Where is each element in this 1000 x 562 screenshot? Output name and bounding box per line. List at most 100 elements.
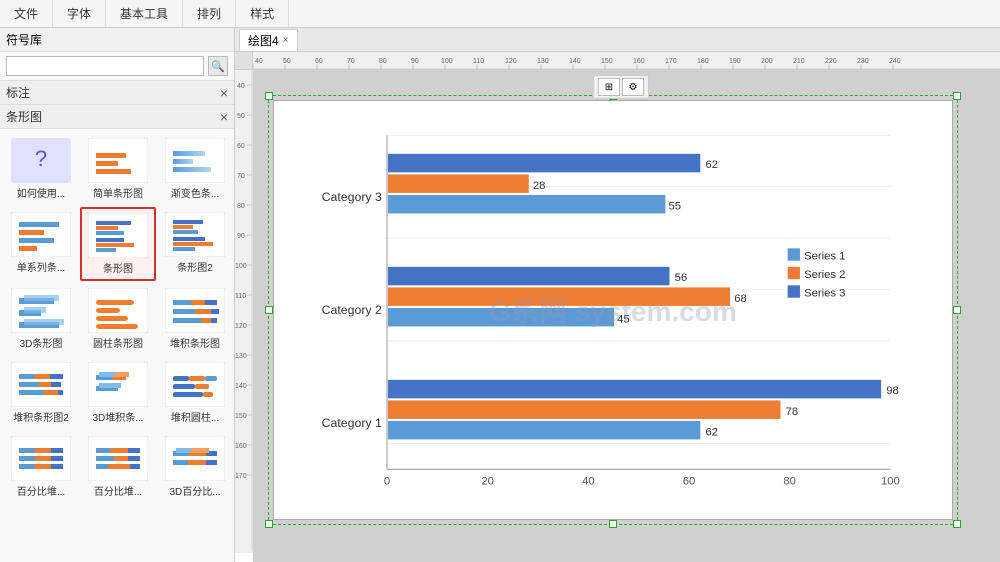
chart-item-bar3d[interactable]: 3D条形图 — [4, 283, 78, 355]
svg-text:0: 0 — [384, 476, 390, 488]
chart-item-single-series[interactable]: 单系列条... — [4, 207, 78, 281]
handle-tl[interactable] — [265, 92, 273, 100]
svg-text:90: 90 — [237, 233, 245, 240]
chart-label-single-series: 单系列条... — [7, 259, 75, 274]
chart-grid: ? 如何使用... 简单条形图 — [0, 129, 234, 507]
chart-label-stacked-cylinder: 堆积圆柱... — [161, 409, 229, 424]
svg-text:140: 140 — [235, 383, 247, 390]
handle-bl[interactable] — [265, 520, 273, 528]
svg-text:130: 130 — [537, 58, 549, 65]
svg-text:40: 40 — [255, 58, 263, 65]
top-ruler: 40 50 60 70 80 90 100 110 120 130 140 15… — [253, 52, 1000, 70]
svg-text:110: 110 — [473, 58, 484, 65]
svg-text:120: 120 — [505, 58, 517, 65]
handle-mr[interactable] — [953, 306, 961, 314]
svg-text:240: 240 — [889, 58, 901, 65]
bar-chart-icon — [88, 213, 148, 258]
svg-text:62: 62 — [705, 159, 718, 171]
svg-text:98: 98 — [886, 385, 899, 397]
chart-item-simple-bar[interactable]: 简单条形图 — [80, 133, 156, 205]
chart-item-percent-3d[interactable]: 3D百分比... — [158, 431, 232, 503]
svg-text:70: 70 — [237, 173, 245, 180]
svg-text:100: 100 — [881, 476, 900, 488]
handle-br[interactable] — [953, 520, 961, 528]
biaozhu-section: 标注 × — [0, 81, 234, 105]
toolbar-file[interactable]: 文件 — [0, 0, 53, 27]
chart-item-stacked-bar[interactable]: 堆积条形图 — [158, 283, 232, 355]
svg-text:?: ? — [35, 146, 47, 171]
svg-text:100: 100 — [235, 263, 247, 270]
chart-item-stacked3d[interactable]: 3D堆积条... — [80, 357, 156, 429]
tab-drawing4[interactable]: 绘图4 × — [239, 29, 298, 51]
toolbar-arrange[interactable]: 排列 — [183, 0, 236, 27]
svg-text:55: 55 — [668, 200, 681, 212]
left-ruler-svg: 40 50 60 70 80 90 100 110 — [235, 70, 253, 550]
main-layout: 符号库 🔍 标注 × 条形图 × ? 如何使用... — [0, 28, 1000, 562]
tab-bar: 绘图4 × — [235, 28, 1000, 52]
svg-text:180: 180 — [697, 58, 709, 65]
font-menu[interactable]: 字体 — [63, 5, 95, 22]
toolbar-basic-tools[interactable]: 基本工具 — [106, 0, 183, 27]
svg-text:60: 60 — [237, 143, 245, 150]
canvas-container: 40 50 60 70 80 90 100 110 120 130 140 15… — [253, 52, 1000, 562]
stacked3d-icon — [88, 362, 148, 407]
chart-item-bar-chart[interactable]: 条形图 — [80, 207, 156, 281]
svg-text:170: 170 — [665, 58, 677, 65]
chart-label-bar-chart2: 条形图2 — [161, 259, 229, 274]
arrange-menu[interactable]: 排列 — [193, 5, 225, 22]
svg-text:230: 230 — [857, 58, 869, 65]
chart-toolbar: ⊞ ⚙ — [593, 75, 649, 99]
handle-bm[interactable] — [609, 520, 617, 528]
top-ruler-svg: 40 50 60 70 80 90 100 110 120 130 140 15… — [253, 52, 1000, 70]
chart-table-btn[interactable]: ⊞ — [598, 78, 620, 96]
svg-text:78: 78 — [786, 406, 799, 418]
chart-item-help[interactable]: ? 如何使用... — [4, 133, 78, 205]
biaozhu-close[interactable]: × — [220, 85, 228, 101]
style-menu[interactable]: 样式 — [246, 5, 278, 22]
tab-label: 绘图4 — [248, 32, 279, 49]
toolbar-style[interactable]: 样式 — [236, 0, 289, 27]
chart-item-bar-chart2[interactable]: 条形图2 — [158, 207, 232, 281]
toolbar-font[interactable]: 字体 — [53, 0, 106, 27]
svg-text:200: 200 — [761, 58, 773, 65]
chart-label-simple-bar: 简单条形图 — [84, 185, 152, 200]
tiaoxing-section: 条形图 × — [0, 105, 234, 129]
svg-text:160: 160 — [235, 443, 247, 450]
chart-item-stacked-cylinder[interactable]: 堆积圆柱... — [158, 357, 232, 429]
chart-item-percent-bar2[interactable]: 百分比堆... — [80, 431, 156, 503]
svg-text:220: 220 — [825, 58, 837, 65]
left-ruler-col: 40 50 60 70 80 90 100 110 — [235, 52, 253, 562]
search-button[interactable]: 🔍 — [208, 56, 228, 76]
tiaoxing-close[interactable]: × — [220, 109, 228, 125]
bar-chart-svg: 0 20 40 60 80 100 Category 3 Category 2 — [274, 101, 952, 519]
svg-text:60: 60 — [315, 58, 323, 65]
handle-tr[interactable] — [953, 92, 961, 100]
file-menu[interactable]: 文件 — [10, 5, 42, 22]
stacked-cylinder-icon — [165, 362, 225, 407]
chart-label-percent-bar2: 百分比堆... — [84, 483, 152, 498]
single-series-icon — [11, 212, 71, 257]
handle-ml[interactable] — [265, 306, 273, 314]
simple-bar-icon — [88, 138, 148, 183]
chart-label-bar-chart: 条形图 — [84, 260, 152, 275]
symbol-search-input[interactable] — [6, 56, 204, 76]
chart-label-stacked3d: 3D堆积条... — [84, 409, 152, 424]
tab-close[interactable]: × — [283, 35, 289, 46]
svg-text:60: 60 — [683, 476, 696, 488]
canvas-area[interactable]: ⊞ ⚙ G系网 system.com — [253, 70, 1000, 562]
svg-text:80: 80 — [237, 203, 245, 210]
basic-tools-menu[interactable]: 基本工具 — [116, 5, 172, 22]
main-content: 绘图4 × 40 50 60 — [235, 28, 1000, 562]
chart-settings-btn[interactable]: ⚙ — [622, 78, 644, 96]
chart-label-stacked-bar: 堆积条形图 — [161, 335, 229, 350]
chart-item-cylinder-bar[interactable]: 圆柱条形图 — [80, 283, 156, 355]
svg-text:210: 210 — [793, 58, 805, 65]
svg-text:150: 150 — [601, 58, 613, 65]
chart-item-gradient-bar[interactable]: 渐变色条... — [158, 133, 232, 205]
svg-text:45: 45 — [617, 313, 630, 325]
chart-item-percent-bar[interactable]: 百分比堆... — [4, 431, 78, 503]
chart-item-stacked-bar2[interactable]: 堆积条形图2 — [4, 357, 78, 429]
svg-text:50: 50 — [283, 58, 291, 65]
svg-text:Series 3: Series 3 — [804, 288, 845, 300]
svg-text:190: 190 — [729, 58, 741, 65]
